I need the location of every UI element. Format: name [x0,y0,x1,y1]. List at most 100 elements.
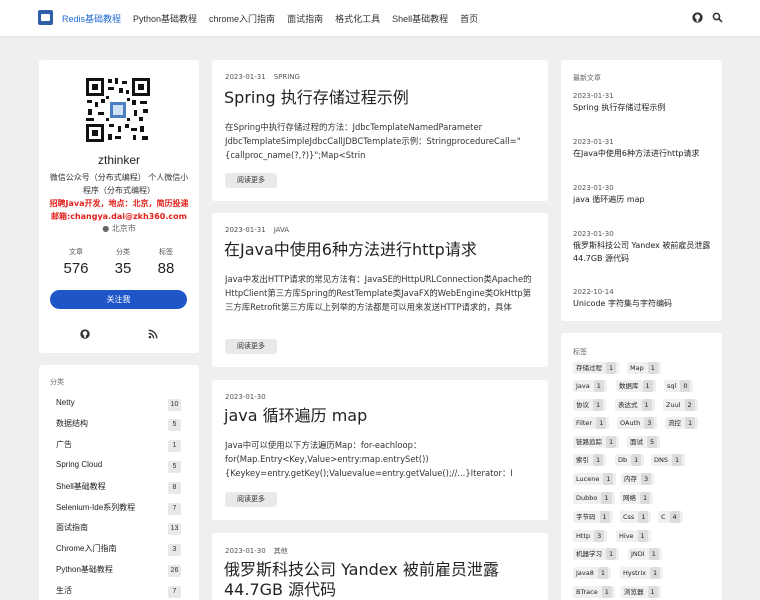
stat-categories[interactable]: 分类 35 [103,247,143,277]
tag-item[interactable]: Zuul 2 [663,399,698,411]
stat-tags[interactable]: 标签 88 [146,247,186,277]
post-tag[interactable]: JAVA [274,226,289,234]
tag-item[interactable]: sql 0 [664,380,694,392]
post-title[interactable]: Spring 执行存储过程示例 [224,88,544,108]
tag-item[interactable]: 数据库 1 [616,380,656,392]
recent-post-link[interactable]: Spring 执行存储过程示例 [573,101,713,114]
tag-item[interactable]: BTrace 1 [573,586,615,598]
nav-item-redis[interactable]: Redis基础教程 [62,12,121,25]
nav-item-shell[interactable]: Shell基础教程 [392,12,448,25]
read-more-button[interactable]: 阅读更多 [225,492,277,507]
tag-item[interactable]: JNDI 1 [628,548,662,560]
profile-description: 微信公众号（分布式编程） 个人微信小程序（分布式编程） [49,173,189,195]
category-name: 数据结构 [56,419,88,428]
post-title[interactable]: 在Java中使用6种方法进行http请求 [224,240,544,260]
tag-count: 1 [641,399,652,411]
category-item[interactable]: 数据结构 5 [56,418,181,432]
tag-item[interactable]: Hystrix 1 [620,567,664,579]
tag-item[interactable]: 表达式 1 [615,399,655,411]
category-item[interactable]: Selenium-Ide系列教程 7 [56,502,181,516]
tag-item[interactable]: 流控 1 [665,417,699,429]
profile-card: zthinker 微信公众号（分布式编程） 个人微信小程序（分布式编程） 招聘J… [39,60,199,353]
category-item[interactable]: 生活 7 [56,585,181,599]
tag-count: 3 [644,417,655,429]
nav-item-chrome[interactable]: chrome入门指南 [209,12,275,25]
tag-item[interactable]: Map 1 [627,362,661,374]
category-count: 10 [168,399,181,411]
stat-articles[interactable]: 文章 576 [56,247,96,277]
tag-item[interactable]: 存储过程 1 [573,362,620,374]
nav-item-python[interactable]: Python基础教程 [133,12,197,25]
nav-item-home[interactable]: 首页 [460,12,478,25]
tag-item[interactable]: Lucene 1 [573,473,617,485]
tag-item[interactable]: 内存 3 [621,473,655,485]
tag-name: 面试 [630,438,643,446]
tag-item[interactable]: OAuth 3 [617,417,658,429]
category-item[interactable]: Shell基础教程 8 [56,481,181,495]
github-icon[interactable] [691,11,703,23]
tag-item[interactable]: 面试 5 [627,436,661,448]
tag-name: Filter [576,419,593,427]
nav-item-format-tool[interactable]: 格式化工具 [335,12,380,25]
post-title[interactable]: java 循环遍历 map [224,406,544,426]
tags-card: 标签 存储过程 1 Map 1 Java 1 数据库 1 sql 0 协议 1 表达式 1 Z… [561,333,722,600]
tag-item[interactable]: Java8 1 [573,567,612,579]
tag-item[interactable]: Filter 1 [573,417,610,429]
tag-item[interactable]: 浏览器 1 [621,586,661,598]
tag-item[interactable]: Hive 1 [616,530,651,542]
tag-count: 3 [641,473,652,485]
tag-item[interactable]: C4 [658,511,683,523]
tag-name: Db [618,456,628,464]
tag-item[interactable]: 索引 1 [573,454,607,466]
post-excerpt: Java中可以使用以下方法遍历Map：for-eachloop：for(Map.… [225,440,513,478]
rss-icon[interactable] [148,324,158,339]
tag-item[interactable]: Java 1 [573,380,607,392]
github-icon[interactable] [80,324,90,339]
tag-name: 数据库 [619,382,639,390]
tag-item[interactable]: Dubbo 1 [573,492,615,504]
nav-item-interview[interactable]: 面试指南 [287,12,323,25]
location-text: 北京市 [111,224,136,233]
site-logo[interactable] [38,10,53,25]
recent-post-link[interactable]: 俄罗斯科技公司 Yandex 被前雇员泄露 44.7GB 源代码 [573,239,713,265]
tag-item[interactable]: 字节码 1 [573,511,613,523]
tag-item[interactable]: 机器学习 1 [573,548,620,560]
read-more-button[interactable]: 阅读更多 [225,173,277,188]
post-title[interactable]: 俄罗斯科技公司 Yandex 被前雇员泄露 44.7GB 源代码 [224,560,544,600]
tag-item[interactable]: DNS 1 [651,454,686,466]
tag-item[interactable]: 链路追踪 1 [573,436,620,448]
tag-name: Java8 [576,569,594,577]
tags-title: 标签 [573,348,587,356]
tag-name: OAuth [620,419,641,427]
tag-count: 1 [606,436,617,448]
category-item[interactable]: Spring Cloud 5 [56,460,181,474]
tag-name: Dubbo [576,494,598,502]
tag-item[interactable]: Css 1 [620,511,652,523]
post-tag[interactable]: SPRING [274,73,300,81]
tag-item[interactable]: Db 1 [615,454,645,466]
category-count: 8 [168,482,181,494]
tag-item[interactable]: Http 3 [573,530,608,542]
category-item[interactable]: Netty 10 [56,398,181,412]
category-item[interactable]: 面试指南 13 [56,522,181,536]
tag-count: 1 [601,492,612,504]
stat-value: 35 [114,260,132,277]
tag-item[interactable]: 网络 1 [620,492,654,504]
category-item[interactable]: Python基础教程 26 [56,564,181,578]
category-item[interactable]: 广告 1 [56,439,181,453]
category-count: 5 [168,461,181,473]
post-meta: 2023-01-31 JAVA [225,226,289,234]
category-item[interactable]: Chrome入门指南 3 [56,543,181,557]
read-more-button[interactable]: 阅读更多 [225,339,277,354]
post-tag[interactable]: 其他 [274,547,288,555]
post-card: 2023-01-31 JAVA 在Java中使用6种方法进行http请求 Java… [212,213,548,367]
follow-button[interactable]: 关注我 [50,290,187,309]
tag-count: 1 [603,473,614,485]
recent-post-link[interactable]: 在Java中使用6种方法进行http请求 [573,147,713,160]
recent-post-link[interactable]: Unicode 字符集与字符编码 [573,297,713,310]
recent-post-link[interactable]: java 循环遍历 map [573,193,713,206]
tag-name: 字节码 [576,513,596,521]
search-icon[interactable] [711,11,723,23]
category-name: 面试指南 [56,523,88,532]
tag-item[interactable]: 协议 1 [573,399,607,411]
